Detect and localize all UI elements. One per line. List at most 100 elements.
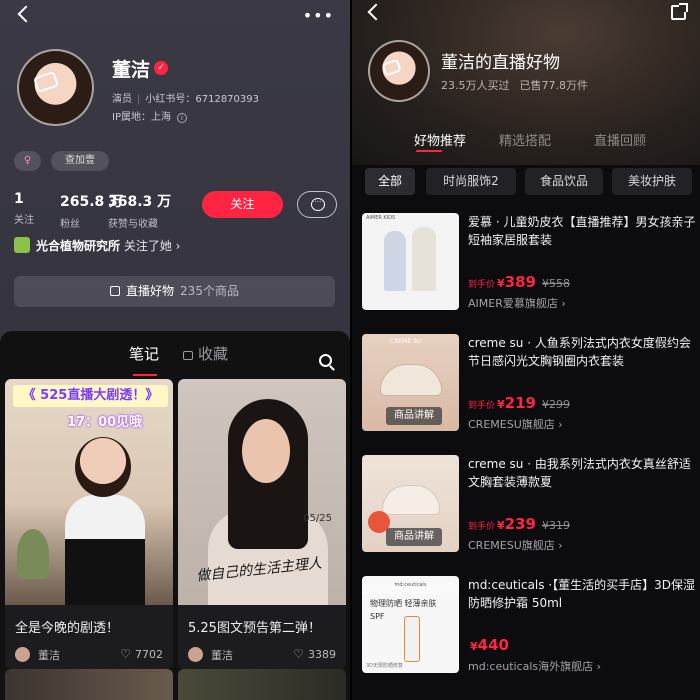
author-avatar — [15, 647, 30, 662]
heart-icon: ♡ — [293, 647, 304, 661]
profile-name: 董洁 — [112, 59, 151, 81]
stat-following-count: 1 — [14, 191, 24, 207]
image-brand: CREME SU — [390, 338, 422, 345]
verified-badge-icon: ✓ — [154, 61, 168, 75]
chip-fashion[interactable]: 时尚服饰2 — [426, 168, 516, 195]
tab-live-replay[interactable]: 直播回顾 — [594, 130, 646, 149]
follow-button[interactable]: 关注 — [202, 191, 283, 218]
profile-topbar: ••• — [0, 0, 350, 28]
image-text: SPF — [370, 612, 385, 621]
note-likes[interactable]: ♡ 3389 — [293, 647, 336, 661]
product-image: AIMER KIDS — [362, 213, 459, 310]
heart-icon: ♡ — [120, 647, 131, 661]
note-author[interactable]: 董洁 — [15, 647, 60, 663]
original-price: ¥558 — [541, 277, 570, 290]
note-likes[interactable]: ♡ 7702 — [120, 647, 163, 661]
search-icon[interactable] — [319, 354, 332, 367]
product-item[interactable]: AIMER KIDS 爱慕 · 儿童奶皮衣【直播推荐】男女孩亲子短袖家居服套装 … — [362, 213, 700, 323]
tab-notes[interactable]: 笔记 — [129, 343, 159, 364]
note-card-peek[interactable] — [178, 669, 346, 700]
profile-ip: IP属地：上海 i — [112, 108, 187, 123]
note-card-peek[interactable] — [5, 669, 173, 700]
explain-badge[interactable]: 商品讲解 — [386, 528, 442, 546]
price-prefix: 到手价 — [468, 401, 496, 411]
product-shop[interactable]: CREMESU旗舰店 › — [468, 537, 563, 553]
live-goods-entry[interactable]: 直播好物 235个商品 — [14, 276, 335, 307]
product-image: CREME SU 商品讲解 — [362, 334, 459, 431]
stat-likes-count: 368.3 万 — [108, 194, 172, 210]
product-item[interactable]: CREME SU 商品讲解 creme su · 人鱼系列法式内衣女度假约会节日… — [362, 334, 700, 444]
currency: ¥ — [470, 640, 478, 653]
product-name: md:ceuticals ·【董生活的买手店】3D保湿防晒修护霜 50ml — [468, 578, 696, 610]
profile-meta: 演员 | 小红书号：6712870393 — [112, 94, 259, 105]
back-arrow-icon[interactable] — [17, 5, 35, 23]
buyers-count: 23.5万人买过 — [441, 79, 510, 92]
price-value: 389 — [504, 273, 536, 291]
product-item[interactable]: 商品讲解 creme su · 由我系列法式内衣女真丝舒适文胸套装薄款夏 到手价… — [362, 455, 700, 565]
gender-tag: ♀ — [14, 151, 41, 171]
shop-stats: 23.5万人买过 已售77.8万件 — [441, 77, 598, 93]
shop-title: 董洁的直播好物 — [441, 53, 560, 73]
product-image: 商品讲解 — [362, 455, 459, 552]
plant-decoration — [17, 529, 49, 579]
cover-banner: 《 525直播大剧透！》 — [13, 385, 168, 407]
tab-recommended[interactable]: 好物推荐 — [414, 130, 466, 149]
shop-avatar[interactable] — [368, 40, 430, 102]
chip-all[interactable]: 全部 — [365, 168, 415, 195]
note-card[interactable]: 05/25 做自己的生活主理人 5.25图文预告第二弹！ 董洁 ♡ 3389 — [178, 379, 346, 669]
stat-likes[interactable]: 368.3 万 获赞与收藏 — [108, 191, 171, 230]
tab-favorites-label: 收藏 — [198, 345, 229, 363]
message-button[interactable]: ··· — [297, 191, 337, 218]
mutual-name: 光合植物研究所 — [36, 239, 121, 253]
back-arrow-icon[interactable] — [367, 3, 385, 21]
image-brand: AIMER KIDS — [366, 215, 396, 221]
active-tab-indicator — [416, 150, 442, 152]
explain-badge[interactable]: 商品讲解 — [386, 407, 442, 425]
person-face — [242, 419, 290, 483]
share-icon[interactable] — [671, 3, 688, 20]
currency: ¥ — [497, 277, 505, 290]
original-price: ¥319 — [541, 519, 570, 532]
chip-food[interactable]: 食品饮品 — [525, 168, 603, 195]
child-figure — [384, 231, 406, 291]
product-shop[interactable]: md:ceuticals海外旗舰店 › — [468, 658, 601, 674]
product-shop[interactable]: AIMER爱慕旗舰店 › — [468, 295, 566, 311]
author-avatar — [188, 647, 203, 662]
shopping-bag-icon — [110, 286, 121, 296]
product-price: ¥440 — [468, 636, 515, 654]
product-image: md:ceuticals 物理防晒 轻薄亲肤 SPF 3D无限防晒修复 — [362, 576, 459, 673]
price-prefix: 到手价 — [468, 280, 496, 290]
tab-favorites[interactable]: 收藏 — [183, 343, 228, 364]
price-value: 219 — [504, 394, 536, 412]
note-title: 5.25图文预告第二弹！ — [188, 621, 321, 636]
cover-time: 17：00见哦 — [67, 415, 143, 430]
image-brand: md:ceuticals — [362, 582, 459, 594]
mutual-follow[interactable]: 光合植物研究所 关注了她 › — [14, 237, 180, 254]
chip-beauty[interactable]: 美妆护肤 — [612, 168, 692, 195]
brand-logo-icon — [14, 237, 30, 253]
price-value: 239 — [504, 515, 536, 533]
note-card[interactable]: 《 525直播大剧透！》 17：00见哦 全是今晚的剧透！ 董洁 ♡ 7702 — [5, 379, 173, 669]
avatar[interactable] — [17, 49, 94, 126]
notes-section: 笔记 收藏 《 525直播大剧透！》 17：00见哦 全是今晚的剧透！ 董洁 ♡… — [0, 331, 350, 700]
note-author[interactable]: 董洁 — [188, 647, 233, 663]
product-shop[interactable]: CREMESU旗舰店 › — [468, 416, 563, 432]
live-goods-label: 直播好物 — [126, 284, 175, 298]
product-item[interactable]: md:ceuticals 物理防晒 轻薄亲肤 SPF 3D无限防晒修复 md:c… — [362, 576, 700, 686]
category-chips: 全部 时尚服饰2 食品饮品 美妆护肤 — [352, 168, 700, 196]
profile-role: 演员 — [112, 94, 132, 105]
avatar-hand-frame — [33, 71, 59, 94]
constellation-tag: 查加壹 — [51, 151, 109, 171]
stat-following[interactable]: 1 关注 — [14, 191, 34, 226]
tab-outfits[interactable]: 精选搭配 — [499, 130, 551, 149]
price-prefix: 到手价 — [468, 522, 496, 532]
profile-id: 小红书号：6712870393 — [145, 94, 259, 105]
currency: ¥ — [497, 519, 505, 532]
more-icon[interactable]: ••• — [303, 6, 334, 25]
mutual-text: 关注了她 › — [123, 239, 181, 253]
live-goods-panel: 董洁的直播好物 23.5万人买过 已售77.8万件 好物推荐 精选搭配 直播回顾 … — [352, 0, 700, 700]
live-goods-count: 235个商品 — [180, 284, 239, 298]
sold-count: 已售77.8万件 — [519, 79, 589, 92]
info-icon[interactable]: i — [176, 113, 187, 123]
author-name: 董洁 — [211, 649, 233, 662]
